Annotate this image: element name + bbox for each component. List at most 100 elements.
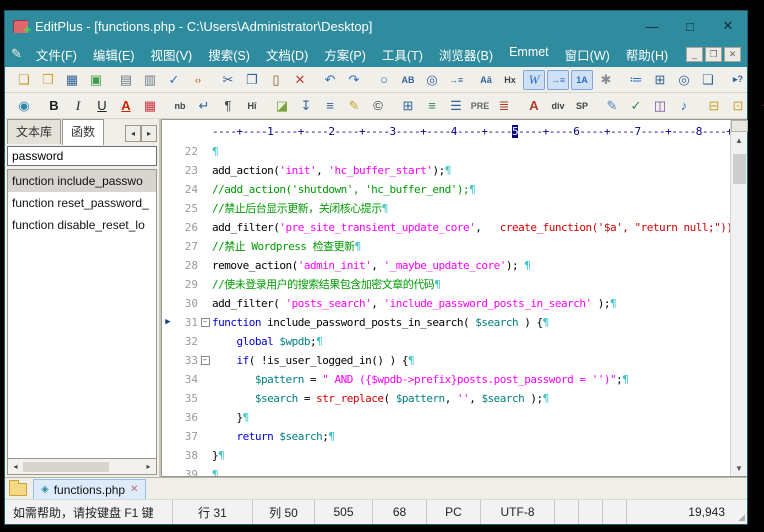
open-browser-window-icon[interactable]: ❏: [697, 70, 719, 90]
color-picker-icon[interactable]: ❖: [757, 96, 764, 116]
audio-tag-icon[interactable]: ♪: [673, 96, 695, 116]
hr-tag-icon[interactable]: ≡: [319, 96, 341, 116]
browser-preview-icon[interactable]: ◎: [673, 70, 695, 90]
table-tag-icon[interactable]: ⊞: [397, 96, 419, 116]
spell-check-icon[interactable]: ✓: [163, 70, 185, 90]
context-help-icon[interactable]: ▸?: [727, 70, 749, 90]
menu-tools[interactable]: 工具(T): [374, 42, 431, 67]
fold-column[interactable]: −: [198, 313, 212, 332]
scroll-thumb[interactable]: [23, 462, 109, 472]
delete-icon[interactable]: ✕: [289, 70, 311, 90]
document-tab-functions-php[interactable]: ◈ functions.php ✕: [33, 479, 146, 499]
scroll-down-icon[interactable]: ▼: [731, 460, 747, 476]
auto-indent-icon[interactable]: →≡: [547, 70, 569, 90]
image-tag-icon[interactable]: ◪: [271, 96, 293, 116]
word-wrap-icon[interactable]: W: [523, 70, 545, 90]
minimize-button[interactable]: —: [633, 11, 671, 41]
font-color-tag-icon[interactable]: A: [115, 96, 137, 116]
convert-case-icon[interactable]: Aā: [475, 70, 497, 90]
scroll-left-icon[interactable]: ◂: [8, 459, 23, 474]
resize-grip-icon[interactable]: ◢: [733, 500, 747, 524]
menu-view[interactable]: 视图(V): [143, 42, 201, 67]
redo-icon[interactable]: ↷: [343, 70, 365, 90]
mdi-restore-button[interactable]: ❐: [705, 47, 722, 62]
undo-icon[interactable]: ↶: [319, 70, 341, 90]
font-tag-icon[interactable]: A: [523, 96, 545, 116]
script-tag-icon[interactable]: ✓: [625, 96, 647, 116]
menu-search[interactable]: 搜索(S): [200, 42, 258, 67]
browser-icon[interactable]: ◉: [13, 96, 35, 116]
anchor-tag-icon[interactable]: ↧: [295, 96, 317, 116]
pre-tag-icon[interactable]: PRE: [469, 96, 491, 116]
html-source-icon[interactable]: ‹›: [187, 70, 209, 90]
editor-vscrollbar[interactable]: ▲ ▼: [730, 120, 747, 476]
color-palette-icon[interactable]: ▦: [139, 96, 161, 116]
fold-collapse-icon[interactable]: −: [201, 356, 210, 365]
align-left-tag-icon[interactable]: ≡: [421, 96, 443, 116]
paste-icon[interactable]: ▯: [265, 70, 287, 90]
menu-help[interactable]: 帮助(H): [618, 42, 676, 67]
menu-project[interactable]: 方案(P): [316, 42, 374, 67]
menu-browser[interactable]: 浏览器(B): [431, 42, 501, 67]
align-center-tag-icon[interactable]: ☰: [445, 96, 467, 116]
highlight-tag-icon[interactable]: ✎: [343, 96, 365, 116]
video-tag-icon[interactable]: ◫: [649, 96, 671, 116]
menu-edit[interactable]: 编辑(E): [85, 42, 143, 67]
list-tag-icon[interactable]: ≣: [493, 96, 515, 116]
function-list-item[interactable]: function disable_reset_lo: [8, 214, 156, 236]
save-all-icon[interactable]: ▣: [85, 70, 107, 90]
sidebar-hscrollbar[interactable]: ◂ ▸: [7, 459, 157, 475]
cut-icon[interactable]: ✂: [217, 70, 239, 90]
span-tag-icon[interactable]: SP: [571, 96, 593, 116]
line-break-tag-icon[interactable]: ↵: [193, 96, 215, 116]
fold-collapse-icon[interactable]: −: [201, 318, 210, 327]
line-numbers-icon[interactable]: 1A: [571, 70, 593, 90]
copy-icon[interactable]: ❐: [241, 70, 263, 90]
function-list-item[interactable]: function include_passwo: [8, 170, 156, 192]
menu-document[interactable]: 文档(D): [258, 42, 316, 67]
italic-tag-icon[interactable]: I: [67, 96, 89, 116]
folder-icon[interactable]: [9, 483, 27, 496]
scroll-up-icon[interactable]: ▲: [731, 132, 747, 148]
split-handle[interactable]: [731, 120, 748, 132]
function-list-item[interactable]: function reset_password_: [8, 192, 156, 214]
code-view[interactable]: 22¶23add_action('init', 'hc_buffer_start…: [162, 142, 730, 476]
heading-tag-icon[interactable]: Hī: [241, 96, 263, 116]
print-icon[interactable]: ▥: [139, 70, 161, 90]
scroll-right-icon[interactable]: ▸: [141, 459, 156, 474]
goto-line-icon[interactable]: →≡: [445, 70, 467, 90]
tab-scroll-left-icon[interactable]: ◂: [125, 125, 141, 142]
print-preview-icon[interactable]: ▤: [115, 70, 137, 90]
open-file-icon[interactable]: ❒: [37, 70, 59, 90]
menu-window[interactable]: 窗口(W): [557, 42, 618, 67]
document-list-icon[interactable]: ≔: [625, 70, 647, 90]
mdi-minimize-button[interactable]: _: [686, 47, 703, 62]
quick-edit-icon[interactable]: ✎: [601, 96, 623, 116]
scroll-thumb[interactable]: [733, 154, 746, 184]
replace-icon[interactable]: AB: [397, 70, 419, 90]
close-button[interactable]: ✕: [709, 11, 747, 41]
tab-close-icon[interactable]: ✕: [130, 484, 138, 495]
hex-viewer-icon[interactable]: Hx: [499, 70, 521, 90]
file-manager-icon[interactable]: ⊞: [649, 70, 671, 90]
maximize-button[interactable]: □: [671, 11, 709, 41]
find-in-files-icon[interactable]: ◎: [421, 70, 443, 90]
sidebar-tab-函数[interactable]: 函数: [62, 119, 104, 145]
paragraph-tag-icon[interactable]: ¶: [217, 96, 239, 116]
form-elements-icon[interactable]: ⊡: [727, 96, 749, 116]
menu-emmet[interactable]: Emmet: [501, 42, 557, 67]
mdi-close-button[interactable]: ✕: [724, 47, 741, 62]
save-file-icon[interactable]: ▦: [61, 70, 83, 90]
sidebar-tab-文本库[interactable]: 文本库: [7, 119, 61, 144]
form-tag-icon[interactable]: ⊟: [703, 96, 725, 116]
special-char-tag-icon[interactable]: ©: [367, 96, 389, 116]
find-icon[interactable]: ○: [373, 70, 395, 90]
fold-column[interactable]: −: [198, 351, 212, 370]
tab-scroll-right-icon[interactable]: ▸: [141, 125, 157, 142]
function-filter-input[interactable]: [7, 146, 157, 166]
div-tag-icon[interactable]: div: [547, 96, 569, 116]
new-file-icon[interactable]: ❏: [13, 70, 35, 90]
bold-tag-icon[interactable]: B: [43, 96, 65, 116]
nbsp-tag-icon[interactable]: nb: [169, 96, 191, 116]
preferences-icon[interactable]: ✱: [595, 70, 617, 90]
